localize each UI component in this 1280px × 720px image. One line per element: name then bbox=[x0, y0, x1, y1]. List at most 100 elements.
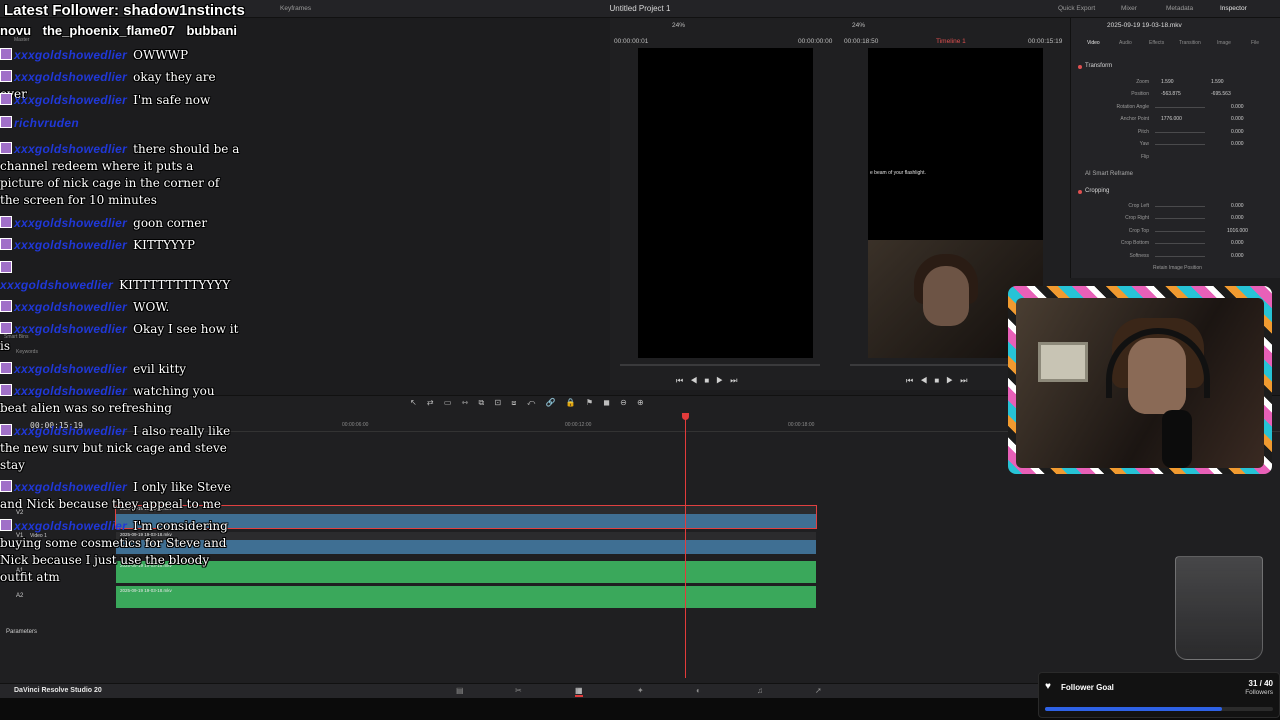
chat-badge-icon bbox=[0, 93, 12, 105]
chat-message: xxxgoldshowedlier goon corner bbox=[0, 215, 240, 232]
media-page-icon[interactable]: ▤ bbox=[456, 686, 464, 695]
edit-page-icon[interactable]: ▦ bbox=[575, 686, 583, 697]
crop-bottom-slider[interactable] bbox=[1155, 243, 1205, 244]
crt-tv-shape bbox=[1038, 342, 1088, 382]
retain-image-position-checkbox[interactable]: Retain Image Position bbox=[1153, 265, 1202, 271]
chat-message: xxxgoldshowedlier Okay I see how it is bbox=[0, 321, 240, 355]
position-y-value[interactable]: -695.563 bbox=[1211, 91, 1231, 97]
chat-overlay: Latest Follower: shadow1nstincts novu th… bbox=[0, 0, 245, 620]
chat-text: evil kitty bbox=[133, 362, 187, 376]
chat-text: KITTTTTTTTYYYY bbox=[119, 278, 231, 292]
crop-bottom-label: Crop Bottom bbox=[1120, 240, 1149, 246]
playhead[interactable] bbox=[685, 416, 686, 678]
chat-text: WOW. bbox=[133, 300, 170, 314]
chat-badge-icon bbox=[0, 300, 12, 312]
inspector-tab-video[interactable]: Video bbox=[1087, 40, 1100, 46]
inspector-tab-effects[interactable]: Effects bbox=[1149, 40, 1164, 46]
follower-goal-label: Follower Goal bbox=[1061, 683, 1114, 692]
crop-left-slider[interactable] bbox=[1155, 206, 1205, 207]
crop-right-label: Crop Right bbox=[1125, 215, 1149, 221]
source-viewer[interactable] bbox=[638, 48, 813, 358]
cropping-enabled-dot[interactable] bbox=[1078, 190, 1082, 194]
crop-top-value[interactable]: 1016.000 bbox=[1227, 228, 1248, 234]
zoom-y-value[interactable]: 1.590 bbox=[1211, 79, 1224, 85]
inspector-tab-transition[interactable]: Transition bbox=[1179, 40, 1201, 46]
zoom-x-value[interactable]: 1.590 bbox=[1161, 79, 1174, 85]
ruler-tick: 00:00:12:00 bbox=[565, 422, 592, 428]
deliver-page-icon[interactable]: ➚ bbox=[815, 686, 822, 695]
yaw-value[interactable]: 0.000 bbox=[1231, 141, 1244, 147]
crop-right-slider[interactable] bbox=[1155, 218, 1205, 219]
pitch-value[interactable]: 0.000 bbox=[1231, 129, 1244, 135]
softness-label: Softness bbox=[1129, 253, 1149, 259]
metadata-button[interactable]: Metadata bbox=[1166, 5, 1193, 12]
chat-badge-icon bbox=[0, 480, 12, 492]
chat-message: xxxgoldshowedlier there should be a chann… bbox=[0, 141, 240, 209]
webcam-overlay bbox=[1008, 286, 1272, 474]
resolve-brand: DaVinci Resolve Studio 20 bbox=[14, 687, 102, 694]
transform-enabled-dot[interactable] bbox=[1078, 65, 1082, 69]
chat-username: xxxgoldshowedlier bbox=[14, 93, 128, 107]
crop-left-value[interactable]: 0.000 bbox=[1231, 203, 1244, 209]
fusion-page-icon[interactable]: ✦ bbox=[637, 686, 644, 695]
crop-left-label: Crop Left bbox=[1128, 203, 1149, 209]
timeline-toolbar[interactable]: ↖ ⇄ ▭ ⇿ ⧉ ⊡ ⧈ ⤺ 🔗 🔒 ⚑ ◼ ⊖ ⊕ bbox=[410, 398, 648, 412]
pitch-slider[interactable] bbox=[1155, 132, 1205, 133]
inspector-tab-audio[interactable]: Audio bbox=[1119, 40, 1132, 46]
yaw-slider[interactable] bbox=[1155, 144, 1205, 145]
chat-badge-icon bbox=[0, 238, 12, 250]
follower-goal-track bbox=[1045, 707, 1273, 711]
chat-username: xxxgoldshowedlier bbox=[14, 48, 128, 62]
inspector-tab-file[interactable]: File bbox=[1251, 40, 1259, 46]
source-scrubber[interactable] bbox=[620, 364, 820, 366]
follower-goal-unit: Followers bbox=[1245, 689, 1273, 696]
parameters-panel[interactable]: Parameters bbox=[0, 627, 116, 639]
chat-badge-icon bbox=[0, 519, 12, 531]
ruler-tick: 00:00:18:00 bbox=[788, 422, 815, 428]
inspector-panel: 2025-09-19 19-03-18.mkv Video Audio Effe… bbox=[1070, 18, 1280, 278]
rotation-label: Rotation Angle bbox=[1116, 104, 1149, 110]
softness-value[interactable]: 0.000 bbox=[1231, 253, 1244, 259]
position-label: Position bbox=[1131, 91, 1149, 97]
source-transport-controls[interactable]: ⏮◀■▶⏭ bbox=[676, 376, 745, 386]
anchor-x-value[interactable]: 1776.000 bbox=[1161, 116, 1182, 122]
rotation-value[interactable]: 0.000 bbox=[1231, 104, 1244, 110]
softness-slider[interactable] bbox=[1155, 256, 1205, 257]
fairlight-page-icon[interactable]: ♫ bbox=[757, 686, 763, 695]
chat-username: xxxgoldshowedlier bbox=[14, 300, 128, 314]
mixer-button[interactable]: Mixer bbox=[1121, 5, 1137, 12]
timeline-transport-controls[interactable]: ⏮◀■▶⏭ bbox=[906, 376, 975, 386]
viewer-area: 24% 24% 00:00:00:01 00:00:00:00 00:00:18… bbox=[610, 18, 1070, 390]
position-x-value[interactable]: -563.875 bbox=[1161, 91, 1181, 97]
crop-bottom-value[interactable]: 0.000 bbox=[1231, 240, 1244, 246]
chat-badge-icon bbox=[0, 216, 12, 228]
chat-badge-icon bbox=[0, 70, 12, 82]
face-shape bbox=[923, 266, 969, 326]
chat-username: xxxgoldshowedlier bbox=[14, 70, 128, 84]
chat-badge-icon bbox=[0, 322, 12, 334]
rotation-slider[interactable] bbox=[1155, 107, 1205, 108]
chat-text: goon corner bbox=[133, 216, 208, 230]
chat-username: xxxgoldshowedlier bbox=[14, 424, 128, 438]
chat-message: xxxgoldshowedlier I only like Steve and N… bbox=[0, 479, 240, 513]
cut-page-icon[interactable]: ✂ bbox=[515, 686, 522, 695]
chat-text: I'm safe now bbox=[133, 93, 211, 107]
smart-reframe-section[interactable]: AI Smart Reframe bbox=[1085, 171, 1133, 177]
cropping-section-title[interactable]: Cropping bbox=[1085, 188, 1109, 194]
color-page-icon[interactable]: ◐ bbox=[696, 686, 701, 695]
chat-message: xxxgoldshowedlier I'm considering buying … bbox=[0, 518, 240, 586]
quick-export-button[interactable]: Quick Export bbox=[1058, 5, 1095, 12]
crop-top-slider[interactable] bbox=[1155, 231, 1205, 232]
anchor-y-value[interactable]: 0.000 bbox=[1231, 116, 1244, 122]
crop-top-label: Crop Top bbox=[1128, 228, 1149, 234]
zoom-label: Zoom bbox=[1136, 79, 1149, 85]
transform-section-title[interactable]: Transform bbox=[1085, 63, 1112, 69]
inspector-button[interactable]: Inspector bbox=[1220, 5, 1247, 12]
crop-right-value[interactable]: 0.000 bbox=[1231, 215, 1244, 221]
chat-badge-icon bbox=[0, 261, 12, 273]
chat-badge-icon bbox=[0, 424, 12, 436]
recent-followers-ticker: novu the_phoenix_flame07 bubbani bbox=[0, 23, 238, 38]
inspector-tab-image[interactable]: Image bbox=[1217, 40, 1231, 46]
chat-text: KITTYYYP bbox=[133, 238, 195, 252]
chat-badge-icon bbox=[0, 116, 12, 128]
